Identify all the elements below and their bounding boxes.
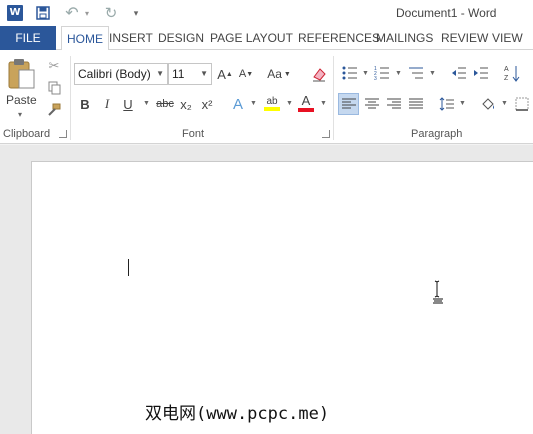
tab-review[interactable]: REVIEW <box>436 26 493 50</box>
tab-page-layout[interactable]: PAGE LAYOUT <box>205 26 298 50</box>
decrease-indent-icon[interactable] <box>450 64 468 82</box>
tab-mailings[interactable]: MAILINGS <box>371 26 438 50</box>
strikethrough-button[interactable]: abc <box>154 94 176 114</box>
font-color-icon[interactable]: A <box>296 92 316 114</box>
bold-button[interactable]: B <box>78 94 92 114</box>
borders-icon[interactable] <box>512 93 532 115</box>
copy-icon[interactable] <box>46 80 62 96</box>
svg-text:A: A <box>504 66 509 73</box>
text-effects-icon[interactable]: A <box>230 94 246 114</box>
window-title: Document1 - Word <box>396 6 497 20</box>
document-page[interactable] <box>31 161 533 434</box>
document-canvas <box>0 145 533 434</box>
change-case-button[interactable]: Aa ▼ <box>266 64 292 84</box>
highlight-dropdown-icon[interactable]: ▼ <box>286 100 293 107</box>
highlight-label: ab <box>266 95 278 107</box>
underline-dropdown-icon[interactable]: ▼ <box>143 100 150 107</box>
italic-button[interactable]: I <box>100 94 114 114</box>
shrink-font-icon[interactable]: A ▼ <box>238 64 254 84</box>
multilevel-list-icon[interactable] <box>407 64 425 82</box>
cut-icon[interactable]: ✂ <box>46 58 62 74</box>
watermark-text: 双电网(www.pcpc.me) <box>145 404 330 424</box>
tab-insert[interactable]: INSERT <box>104 26 158 50</box>
tab-home[interactable]: HOME <box>61 26 109 51</box>
font-size-combo[interactable]: 11 ▼ <box>168 63 212 85</box>
title-bar: W ↶ ▾ ↻ ▾ Document1 - Word <box>0 0 533 26</box>
font-name-combo[interactable]: Calibri (Body) ▼ <box>74 63 168 85</box>
ribbon-tabs: FILE HOME INSERT DESIGN PAGE LAYOUT REFE… <box>0 26 533 51</box>
save-icon[interactable] <box>34 3 52 23</box>
multilevel-dropdown-icon[interactable]: ▼ <box>429 70 436 77</box>
tab-view[interactable]: VIEW <box>487 26 528 50</box>
redo-icon[interactable]: ↻ <box>103 3 119 23</box>
paste-dropdown-icon[interactable]: ▾ <box>18 110 22 119</box>
font-color-dropdown-icon[interactable]: ▼ <box>320 100 327 107</box>
font-group-label: Font <box>182 128 205 140</box>
undo-dropdown-icon[interactable]: ▾ <box>82 3 92 23</box>
clipboard-launcher-icon[interactable] <box>59 130 67 138</box>
change-case-label: Aa <box>267 67 282 81</box>
chevron-down-icon: ▼ <box>200 69 208 78</box>
chevron-down-icon: ▼ <box>156 69 164 78</box>
underline-button[interactable]: U <box>121 94 135 114</box>
line-spacing-icon[interactable] <box>437 93 457 115</box>
clear-formatting-icon[interactable] <box>309 64 329 84</box>
tab-file[interactable]: FILE <box>0 26 56 50</box>
justify-icon[interactable] <box>406 93 426 115</box>
paste-button[interactable]: Paste <box>6 93 37 107</box>
shading-icon[interactable] <box>478 93 498 115</box>
undo-icon[interactable]: ↶ <box>64 3 80 23</box>
bullets-dropdown-icon[interactable]: ▼ <box>362 70 369 77</box>
align-center-icon[interactable] <box>362 93 382 115</box>
increase-indent-icon[interactable] <box>472 64 490 82</box>
font-size-value: 11 <box>172 67 185 81</box>
group-divider <box>333 56 334 140</box>
align-right-icon[interactable] <box>384 93 404 115</box>
text-effects-dropdown-icon[interactable]: ▼ <box>250 100 257 107</box>
paragraph-group-label: Paragraph <box>411 128 463 140</box>
group-divider <box>70 56 71 140</box>
numbering-dropdown-icon[interactable]: ▼ <box>395 70 402 77</box>
paste-icon[interactable] <box>7 58 37 90</box>
tab-design[interactable]: DESIGN <box>153 26 209 50</box>
highlight-icon[interactable]: ab <box>262 92 282 114</box>
font-color-bar <box>298 108 314 112</box>
highlight-color-bar <box>264 106 280 111</box>
align-left-icon[interactable] <box>338 93 359 115</box>
text-cursor <box>128 259 129 276</box>
ibeam-cursor-icon <box>432 280 444 304</box>
svg-text:3: 3 <box>374 76 377 80</box>
superscript-button[interactable]: x² <box>199 94 215 114</box>
word-app-icon[interactable]: W <box>7 5 23 21</box>
sort-icon[interactable]: AZ <box>503 62 521 84</box>
subscript-button[interactable]: x₂ <box>178 94 194 114</box>
line-spacing-dropdown-icon[interactable]: ▼ <box>459 100 466 107</box>
font-name-value: Calibri (Body) <box>78 67 151 81</box>
format-painter-icon[interactable] <box>46 102 62 118</box>
customize-icon[interactable]: ▾ <box>131 3 141 23</box>
font-color-label: A <box>301 93 311 108</box>
font-launcher-icon[interactable] <box>322 130 330 138</box>
numbering-icon[interactable]: 123 <box>373 64 391 82</box>
ribbon-home: Paste ▾ ✂ Clipboard Calibri (Body) ▼ 11 … <box>0 50 533 144</box>
shading-dropdown-icon[interactable]: ▼ <box>501 100 508 107</box>
clipboard-group-label: Clipboard <box>3 128 51 140</box>
svg-text:Z: Z <box>504 75 509 82</box>
grow-font-icon[interactable]: A ▲ <box>217 64 233 84</box>
bullets-icon[interactable] <box>341 64 359 82</box>
